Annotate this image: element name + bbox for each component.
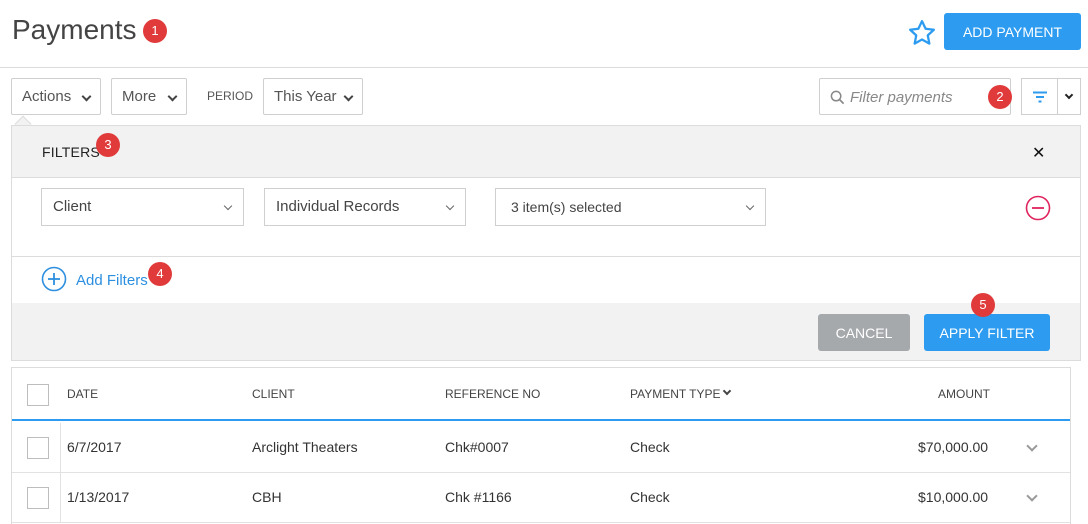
filter-field-select[interactable]: Client [41, 188, 244, 226]
cell-amount: $10,000.00 [918, 489, 989, 505]
cell-amount: $70,000.00 [918, 439, 989, 455]
table-row[interactable]: 6/7/2017 Arclight Theaters Chk#0007 Chec… [12, 423, 1070, 473]
column-divider [60, 473, 61, 522]
remove-filter-icon[interactable] [1025, 195, 1051, 221]
star-icon[interactable] [907, 18, 937, 48]
column-header-client[interactable]: CLIENT [252, 387, 295, 401]
callout-badge-4: 4 [148, 262, 172, 286]
cell-date: 1/13/2017 [67, 489, 130, 505]
expand-row-chevron-icon[interactable] [1026, 490, 1038, 502]
chevron-down-icon [81, 91, 92, 102]
more-label: More [122, 88, 157, 105]
cell-payment-type: Check [630, 489, 670, 505]
filter-field-value: Client [53, 198, 92, 215]
cell-client: Arclight Theaters [252, 439, 358, 455]
column-header-amount[interactable]: AMOUNT [938, 387, 990, 401]
add-filters-link[interactable]: Add Filters [76, 272, 148, 289]
sort-chevron-icon[interactable] [722, 386, 732, 396]
filter-items-select[interactable]: 3 item(s) selected [495, 188, 766, 226]
apply-filter-button[interactable]: APPLY FILTER [924, 314, 1050, 351]
table-header: DATE CLIENT REFERENCE NO PAYMENT TYPE AM… [12, 368, 1070, 421]
filter-panel: FILTERS ✕ Client Individual Records 3 it… [11, 125, 1081, 361]
chevron-down-icon [223, 201, 233, 211]
add-circle-icon[interactable] [41, 266, 67, 292]
filter-row: Client Individual Records 3 item(s) sele… [12, 177, 1080, 257]
filter-toggle-button[interactable] [1021, 78, 1058, 115]
row-checkbox[interactable] [27, 437, 49, 459]
add-payment-button[interactable]: ADD PAYMENT [944, 13, 1081, 50]
page-title: Payments [12, 14, 137, 45]
chevron-down-icon [745, 201, 755, 211]
cell-reference: Chk #1166 [445, 489, 512, 505]
cell-reference: Chk#0007 [445, 439, 509, 455]
callout-badge-1: 1 [143, 19, 167, 43]
callout-badge-2: 2 [988, 85, 1012, 109]
column-header-reference[interactable]: REFERENCE NO [445, 387, 540, 401]
actions-label: Actions [22, 88, 72, 105]
close-icon[interactable]: ✕ [1032, 143, 1045, 162]
filter-items-value: 3 item(s) selected [511, 199, 622, 215]
more-dropdown[interactable]: More [111, 78, 187, 115]
cell-client: CBH [252, 489, 282, 505]
row-checkbox[interactable] [27, 487, 49, 509]
filter-icon [1033, 91, 1047, 103]
period-value: This Year [274, 88, 337, 105]
column-divider [60, 423, 61, 472]
period-label: PERIOD [207, 89, 254, 103]
select-all-checkbox[interactable] [27, 384, 49, 406]
chevron-down-icon [343, 91, 354, 102]
callout-badge-5: 5 [971, 293, 995, 317]
filter-options-dropdown[interactable] [1057, 78, 1081, 115]
search-icon [830, 90, 845, 105]
search-input[interactable] [850, 87, 990, 107]
column-header-date[interactable]: DATE [67, 387, 98, 401]
cancel-button[interactable]: CANCEL [818, 314, 910, 351]
column-header-payment-type[interactable]: PAYMENT TYPE [630, 387, 720, 401]
period-dropdown[interactable]: This Year [263, 78, 363, 115]
search-box [819, 78, 1011, 115]
filter-mode-value: Individual Records [276, 198, 400, 215]
actions-dropdown[interactable]: Actions [11, 78, 101, 115]
cell-date: 6/7/2017 [67, 439, 122, 455]
add-filter-row [12, 257, 1080, 303]
chevron-down-icon [167, 91, 178, 102]
table-row[interactable]: 1/13/2017 CBH Chk #1166 Check $10,000.00 [12, 473, 1070, 523]
chevron-down-icon [1064, 90, 1074, 100]
payments-table: DATE CLIENT REFERENCE NO PAYMENT TYPE AM… [11, 367, 1071, 524]
filters-title: FILTERS [42, 144, 100, 160]
callout-badge-3: 3 [96, 133, 120, 157]
expand-row-chevron-icon[interactable] [1026, 440, 1038, 452]
filter-mode-select[interactable]: Individual Records [264, 188, 466, 226]
chevron-down-icon [445, 201, 455, 211]
cell-payment-type: Check [630, 439, 670, 455]
